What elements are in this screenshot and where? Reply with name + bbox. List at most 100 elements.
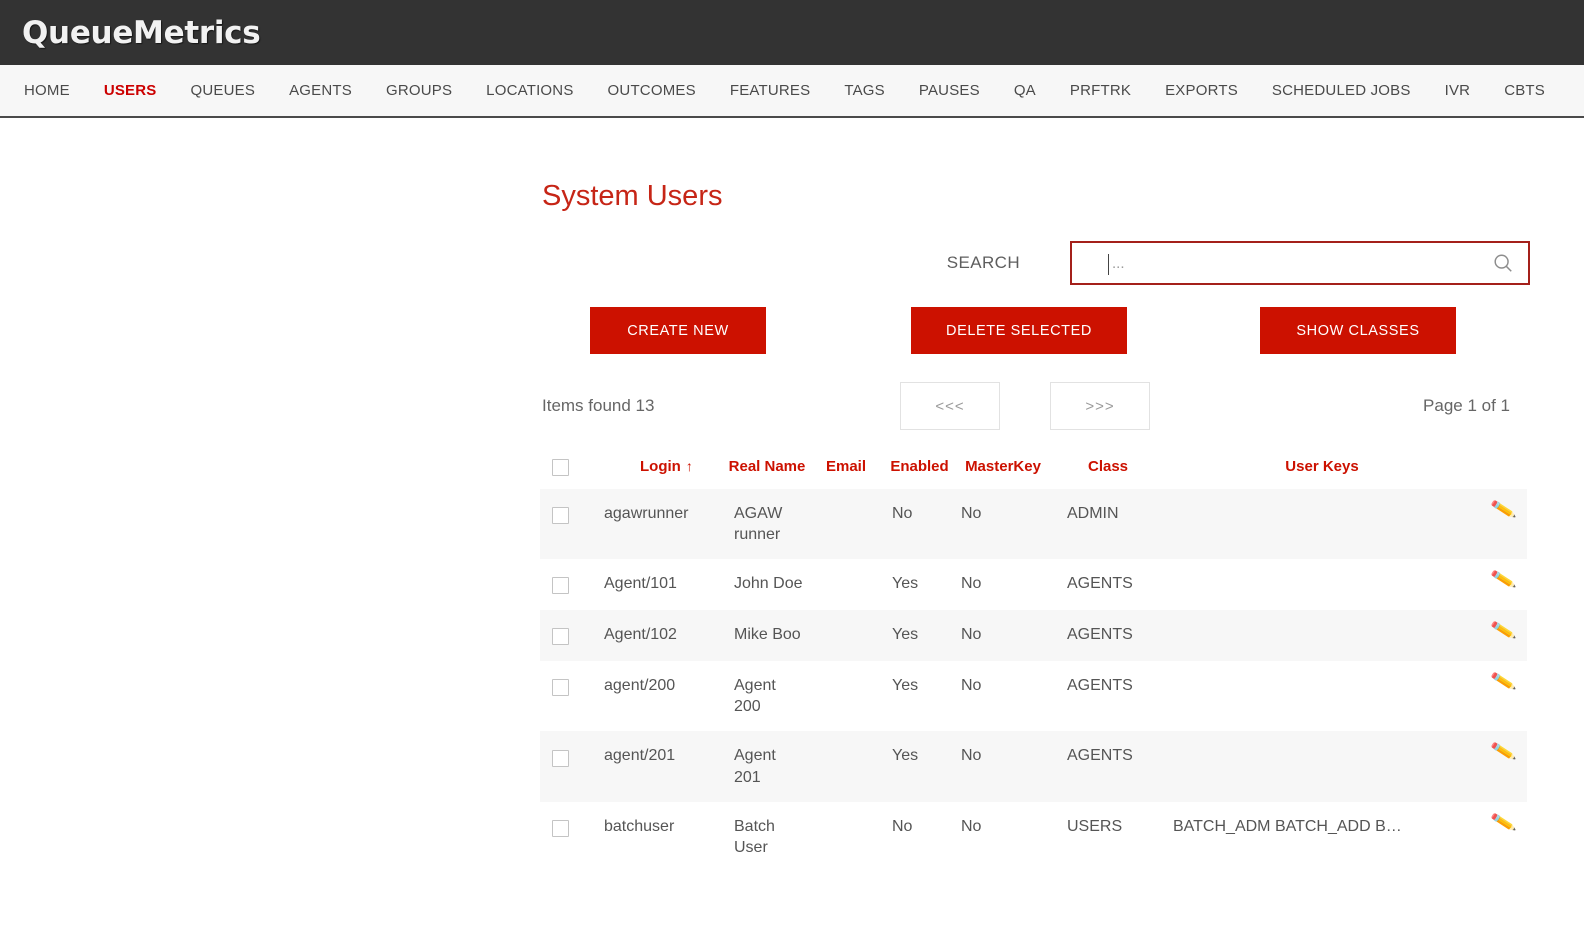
cell-masterkey: No — [961, 504, 982, 522]
row-checkbox[interactable] — [551, 749, 569, 767]
cell-email — [806, 610, 886, 661]
edit-cell: ✏️ — [1481, 489, 1527, 559]
nav-item-scheduled-jobs[interactable]: SCHEDULED JOBS — [1255, 76, 1428, 105]
table-row[interactable]: agent/201 Agent 201 Yes No AGENTS ✏️ — [540, 731, 1527, 802]
nav-item-agents[interactable]: AGENTS — [272, 76, 369, 105]
nav-item-ivr[interactable]: IVR — [1428, 76, 1488, 105]
cell-enabled: Yes — [892, 574, 919, 592]
row-checkbox[interactable] — [551, 507, 569, 525]
row-checkbox[interactable] — [551, 819, 569, 837]
page-body: System Users SEARCH CREATE NEW DELETE SE… — [0, 118, 1584, 872]
nav-item-home[interactable]: HOME — [18, 76, 87, 105]
cell-enabled: No — [892, 817, 913, 835]
nav-item-tags[interactable]: TAGS — [827, 76, 902, 105]
row-select-cell — [540, 731, 580, 801]
previous-page-button[interactable]: <<< — [900, 382, 1000, 430]
brand-logo[interactable]: QueueMetrics — [22, 15, 261, 51]
nav-item-queues[interactable]: QUEUES — [174, 76, 273, 105]
cell-login: Agent/101 — [604, 574, 677, 592]
column-header-user-keys[interactable]: User Keys — [1163, 458, 1481, 489]
edit-pencil-icon[interactable]: ✏️ — [1490, 498, 1518, 523]
search-box[interactable] — [1070, 241, 1530, 285]
cell-login: agawrunner — [604, 504, 689, 522]
cell-user-keys — [1163, 731, 1481, 801]
column-header-email[interactable]: Email — [806, 458, 886, 489]
show-classes-button[interactable]: SHOW CLASSES — [1260, 307, 1456, 354]
table-row[interactable]: batchuser Batch User No No USERS BATCH_ADM BA… — [540, 802, 1527, 872]
table-row[interactable]: agawrunner AGAW runner No No ADMIN ✏️ — [540, 488, 1527, 559]
search-row: SEARCH — [540, 241, 1530, 285]
brand-bar: QueueMetrics — [0, 0, 1584, 65]
page-indicator: Page 1 of 1 — [1423, 396, 1510, 415]
table-row[interactable]: agent/200 Agent 200 Yes No AGENTS ✏️ — [540, 661, 1527, 731]
cell-masterkey: No — [961, 574, 982, 592]
column-header-masterkey[interactable]: MasterKey — [953, 458, 1053, 489]
column-header-real-name[interactable]: Real Name — [728, 458, 806, 489]
cell-real-name: John Doe — [734, 574, 803, 592]
nav-item-prftrk[interactable]: PRFTRK — [1053, 76, 1148, 105]
edit-pencil-icon[interactable]: ✏️ — [1490, 810, 1518, 835]
cell-masterkey: No — [961, 747, 982, 765]
cell-login: agent/200 — [604, 677, 676, 695]
search-label: SEARCH — [946, 253, 1020, 272]
cell-login: batchuser — [604, 817, 675, 835]
edit-pencil-icon[interactable]: ✏️ — [1490, 670, 1518, 695]
nav-item-features[interactable]: FEATURES — [713, 76, 828, 105]
cell-user-keys — [1163, 610, 1481, 661]
row-checkbox[interactable] — [551, 628, 569, 646]
nav-item-pauses[interactable]: PAUSES — [902, 76, 997, 105]
cell-user-keys — [1163, 489, 1481, 559]
row-select-cell — [540, 802, 580, 872]
cell-email — [806, 731, 886, 801]
cell-real-name: Agent 200 — [734, 677, 776, 716]
search-input[interactable] — [1110, 253, 1492, 273]
cell-enabled: Yes — [892, 747, 919, 765]
cell-masterkey: No — [961, 817, 982, 835]
table-row[interactable]: Agent/102 Mike Boo Yes No AGENTS ✏️ — [540, 610, 1527, 662]
edit-pencil-icon[interactable]: ✏️ — [1490, 619, 1518, 644]
cell-real-name: Batch User — [734, 817, 775, 856]
cell-masterkey: No — [961, 626, 982, 644]
table-header-row: Login ↑ Real Name Email Enabled MasterKey… — [540, 458, 1527, 489]
cell-login: agent/201 — [604, 747, 676, 765]
table-row[interactable]: Agent/101 John Doe Yes No AGENTS ✏️ — [540, 559, 1527, 610]
select-all-checkbox[interactable] — [551, 458, 569, 476]
nav-item-cbts[interactable]: CBTS — [1487, 76, 1562, 105]
nav-item-groups[interactable]: GROUPS — [369, 76, 469, 105]
cell-masterkey: No — [961, 677, 982, 695]
table-header: Login ↑ Real Name Email Enabled MasterKey… — [540, 458, 1527, 489]
next-page-button[interactable]: >>> — [1050, 382, 1150, 430]
row-checkbox[interactable] — [551, 577, 569, 595]
cell-enabled: Yes — [892, 677, 919, 695]
cell-login: Agent/102 — [604, 626, 677, 644]
nav-item-users[interactable]: USERS — [87, 76, 174, 105]
column-header-login[interactable]: Login ↑ — [580, 458, 728, 489]
cell-class: AGENTS — [1067, 574, 1133, 592]
cell-email — [806, 661, 886, 731]
delete-selected-button[interactable]: DELETE SELECTED — [911, 307, 1127, 354]
cell-email — [806, 559, 886, 610]
edit-pencil-icon[interactable]: ✏️ — [1490, 568, 1518, 593]
edit-cell: ✏️ — [1481, 731, 1527, 801]
cell-class: ADMIN — [1067, 504, 1119, 522]
nav-item-outcomes[interactable]: OUTCOMES — [591, 76, 713, 105]
nav-item-locations[interactable]: LOCATIONS — [469, 76, 590, 105]
action-button-row: CREATE NEW DELETE SELECTED SHOW CLASSES — [540, 307, 1530, 354]
column-header-edit — [1481, 458, 1527, 489]
edit-cell: ✏️ — [1481, 559, 1527, 610]
edit-pencil-icon[interactable]: ✏️ — [1490, 740, 1518, 765]
column-header-enabled[interactable]: Enabled — [886, 458, 953, 489]
main-navigation: HOME USERS QUEUES AGENTS GROUPS LOCATIONS OUTC… — [0, 65, 1584, 118]
page-title: System Users — [542, 180, 723, 212]
cell-enabled: No — [892, 504, 913, 522]
row-checkbox[interactable] — [551, 679, 569, 697]
nav-item-qa[interactable]: QA — [997, 76, 1053, 105]
cell-enabled: Yes — [892, 626, 919, 644]
nav-item-exports[interactable]: EXPORTS — [1148, 76, 1255, 105]
pagination-row: Items found 13 <<< >>> Page 1 of 1 — [540, 382, 1530, 430]
cell-email — [806, 489, 886, 559]
search-icon[interactable] — [1492, 252, 1514, 274]
text-caret — [1108, 254, 1109, 275]
column-header-class[interactable]: Class — [1053, 458, 1163, 489]
create-new-button[interactable]: CREATE NEW — [590, 307, 766, 354]
